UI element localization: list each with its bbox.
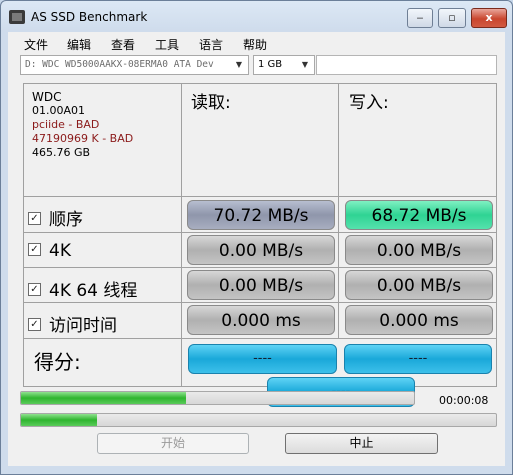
row-label: 4K [49, 241, 71, 261]
app-icon [9, 10, 25, 24]
menu-file[interactable]: 文件 [24, 36, 48, 53]
4k-64-write-result: 0.00 MB/s [345, 270, 493, 300]
sequential-read-result: 70.72 MB/s [187, 200, 335, 230]
access-time-write-result: 0.000 ms [345, 305, 493, 335]
access-time-checkbox[interactable]: ✓ [28, 317, 41, 331]
menu-help[interactable]: 帮助 [243, 36, 267, 53]
4k-64-checkbox[interactable]: ✓ [28, 282, 41, 296]
row-sequential[interactable]: ✓ 顺序 [28, 205, 83, 230]
score-label: 得分: [34, 350, 81, 374]
chevron-down-icon[interactable]: ▼ [298, 58, 312, 72]
row-4k-64-threads[interactable]: ✓ 4K 64 线程 [28, 276, 137, 301]
row-4k[interactable]: ✓ 4K [28, 241, 71, 261]
grid-divider [181, 84, 182, 386]
test-size-select[interactable]: 1 GB ▼ [253, 55, 315, 75]
drive-select-value: D: WDC WD5000AAKX-08ERMA0 ATA Dev [25, 59, 214, 70]
grid-divider [24, 232, 496, 233]
grid-divider [24, 267, 496, 268]
current-progress-bar [20, 413, 497, 427]
read-score: ---- [188, 344, 337, 374]
test-size-value: 1 GB [258, 59, 283, 70]
close-button[interactable]: x [471, 8, 507, 28]
title-bar[interactable]: AS SSD Benchmark ‒ ▫ x [1, 1, 512, 33]
sequential-checkbox[interactable]: ✓ [28, 211, 41, 225]
drive-capacity: 465.76 GB [32, 146, 91, 159]
app-window: AS SSD Benchmark ‒ ▫ x 文件 编辑 查看 工具 语言 帮助… [0, 0, 513, 475]
drive-driver-status: pciide - BAD [32, 118, 100, 131]
menu-bar: 文件 编辑 查看 工具 语言 帮助 [8, 32, 505, 52]
stop-button[interactable]: 中止 [285, 433, 438, 454]
write-score: ---- [344, 344, 492, 374]
4k-write-result: 0.00 MB/s [345, 235, 493, 265]
4k-checkbox[interactable]: ✓ [28, 242, 41, 256]
4k-64-read-result: 0.00 MB/s [187, 270, 335, 300]
grid-divider [338, 84, 339, 339]
window-title: AS SSD Benchmark [31, 10, 148, 24]
grid-divider [24, 302, 496, 303]
chevron-down-icon[interactable]: ▼ [232, 58, 246, 72]
drive-vendor: WDC [32, 90, 62, 104]
grid-divider [24, 196, 496, 197]
drive-info: WDC 01.00A01 pciide - BAD 47190969 K - B… [32, 90, 133, 160]
row-label: 访问时间 [49, 316, 117, 336]
grid-divider [24, 338, 496, 339]
client-area: 文件 编辑 查看 工具 语言 帮助 D: WDC WD5000AAKX-08ER… [8, 32, 505, 466]
sequential-write-result: 68.72 MB/s [345, 200, 493, 230]
row-label: 4K 64 线程 [49, 281, 138, 301]
menu-tools[interactable]: 工具 [155, 36, 179, 53]
menu-language[interactable]: 语言 [199, 36, 223, 53]
access-time-read-result: 0.000 ms [187, 305, 335, 335]
row-label: 顺序 [49, 210, 83, 230]
drive-select[interactable]: D: WDC WD5000AAKX-08ERMA0 ATA Dev ▼ [20, 55, 249, 75]
drive-offset-status: 47190969 K - BAD [32, 132, 134, 145]
drive-firmware: 01.00A01 [32, 104, 86, 117]
benchmark-grid: WDC 01.00A01 pciide - BAD 47190969 K - B… [23, 83, 497, 407]
total-progress-bar [20, 391, 415, 405]
current-progress-fill [21, 414, 97, 426]
write-column-header: 写入: [349, 93, 389, 113]
start-button[interactable]: 开始 [97, 433, 249, 454]
maximize-button[interactable]: ▫ [438, 8, 466, 28]
4k-read-result: 0.00 MB/s [187, 235, 335, 265]
total-progress-fill [21, 392, 187, 404]
notes-field[interactable] [316, 55, 497, 75]
row-access-time[interactable]: ✓ 访问时间 [28, 311, 117, 336]
elapsed-time: 00:00:08 [439, 394, 489, 407]
menu-edit[interactable]: 编辑 [67, 36, 91, 53]
menu-view[interactable]: 查看 [111, 36, 135, 53]
read-column-header: 读取: [191, 93, 231, 113]
minimize-button[interactable]: ‒ [407, 8, 433, 28]
